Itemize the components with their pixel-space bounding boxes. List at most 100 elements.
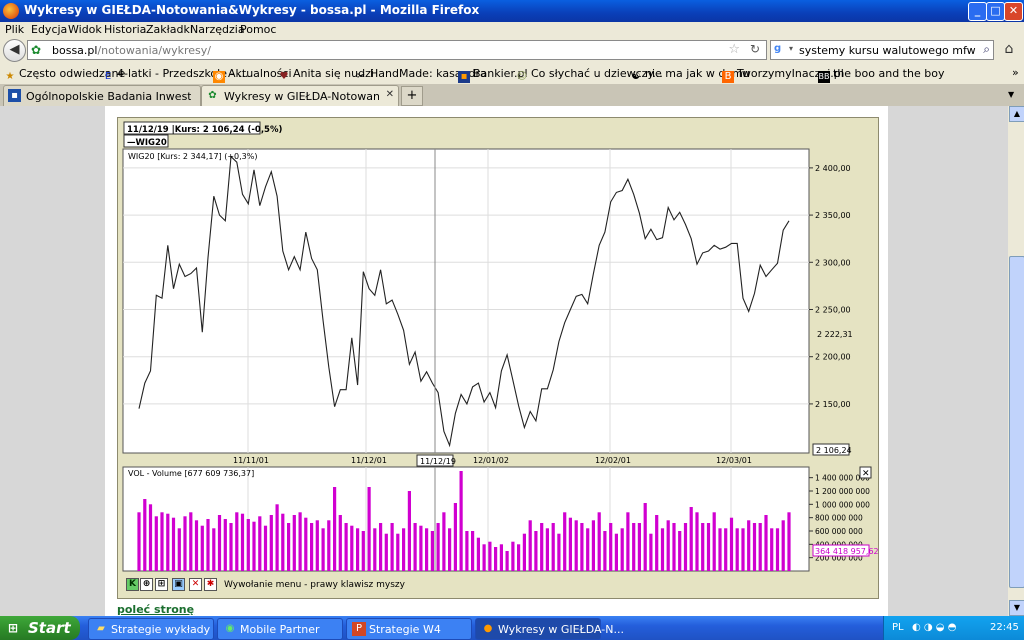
volume-bar[interactable] — [166, 513, 170, 571]
price-plot-area[interactable] — [122, 148, 810, 454]
clock[interactable]: 22:45 — [990, 622, 1019, 633]
toolbar-delete-button[interactable]: ✕ — [189, 578, 202, 591]
volume-bar[interactable] — [689, 507, 693, 571]
volume-bar[interactable] — [263, 525, 268, 571]
volume-bar[interactable] — [534, 531, 538, 571]
volume-bar[interactable] — [649, 533, 653, 571]
volume-bar[interactable] — [287, 523, 291, 571]
recommend-page-link[interactable]: poleć stronę — [117, 603, 194, 616]
volume-bar[interactable] — [614, 533, 618, 571]
volume-bar[interactable] — [706, 523, 711, 571]
volume-bar[interactable] — [764, 515, 768, 571]
volume-bar[interactable] — [413, 523, 417, 571]
volume-bar[interactable] — [177, 528, 181, 571]
volume-bar[interactable] — [620, 528, 624, 571]
toolbar-grid-button[interactable]: ⊞ — [155, 578, 168, 591]
volume-bar[interactable] — [741, 528, 745, 571]
volume-bar[interactable] — [223, 519, 227, 571]
language-indicator[interactable]: PL — [892, 622, 904, 633]
volume-bar[interactable] — [235, 512, 239, 571]
volume-bar[interactable] — [787, 512, 791, 571]
volume-bar[interactable] — [240, 513, 245, 571]
volume-bar[interactable] — [396, 533, 400, 571]
volume-bar[interactable] — [148, 504, 153, 571]
volume-bar[interactable] — [701, 523, 705, 571]
volume-bar[interactable] — [269, 515, 273, 571]
volume-bar[interactable] — [545, 528, 549, 571]
volume-bar[interactable] — [488, 541, 492, 571]
taskbar-item-strategie-w4[interactable]: P Strategie W4 — [346, 618, 472, 640]
volume-bar[interactable] — [246, 519, 250, 571]
volume-bar[interactable] — [356, 528, 360, 571]
volume-bar[interactable] — [632, 523, 636, 571]
volume-bar[interactable] — [407, 491, 411, 571]
volume-bar[interactable] — [683, 523, 688, 571]
volume-bar[interactable] — [770, 528, 774, 571]
volume-bar[interactable] — [528, 520, 532, 571]
volume-bar[interactable] — [367, 487, 371, 571]
volume-bar[interactable] — [476, 537, 480, 571]
volume-bar[interactable] — [281, 513, 285, 571]
volume-bar[interactable] — [591, 520, 595, 571]
volume-bar[interactable] — [453, 503, 457, 571]
volume-bar[interactable] — [522, 533, 526, 571]
volume-bar[interactable] — [637, 523, 641, 571]
volume-bar[interactable] — [310, 523, 314, 571]
volume-bar[interactable] — [499, 544, 503, 571]
volume-bar[interactable] — [678, 531, 682, 571]
volume-bar[interactable] — [154, 516, 158, 571]
volume-bar[interactable] — [442, 512, 446, 571]
volume-bar[interactable] — [143, 499, 147, 571]
volume-bar[interactable] — [735, 528, 739, 571]
volume-bar[interactable] — [419, 525, 423, 571]
volume-bar[interactable] — [384, 533, 388, 571]
volume-bar[interactable] — [712, 512, 716, 571]
volume-bar[interactable] — [781, 520, 785, 571]
toolbar-k-button[interactable]: K — [126, 578, 139, 591]
volume-bar[interactable] — [338, 515, 342, 571]
volume-bar[interactable] — [189, 512, 193, 571]
volume-bar[interactable] — [160, 512, 164, 571]
volume-bar[interactable] — [229, 523, 233, 571]
volume-bar[interactable] — [574, 520, 578, 571]
volume-bar[interactable] — [379, 523, 383, 571]
taskbar-item-mobile-partner[interactable]: ◉ Mobile Partner — [217, 618, 343, 640]
volume-bar[interactable] — [517, 544, 521, 571]
volume-bar[interactable] — [718, 528, 722, 571]
volume-bar[interactable] — [350, 525, 354, 571]
volume-bar[interactable] — [183, 516, 187, 571]
volume-bar[interactable] — [436, 523, 440, 571]
toolbar-save-button[interactable]: ▣ — [172, 578, 185, 591]
volume-bar[interactable] — [298, 512, 302, 571]
volume-bar[interactable] — [212, 528, 216, 571]
volume-bar[interactable] — [752, 523, 757, 571]
volume-bar[interactable] — [373, 528, 377, 571]
volume-bar[interactable] — [729, 517, 734, 571]
volume-bar[interactable] — [258, 516, 262, 571]
volume-bar[interactable] — [580, 523, 584, 571]
volume-bar[interactable] — [137, 512, 141, 571]
volume-bar[interactable] — [557, 533, 561, 571]
volume-bar[interactable] — [304, 517, 308, 571]
volume-bar[interactable] — [511, 541, 515, 571]
volume-bar[interactable] — [471, 531, 475, 571]
taskbar-item-strategie-wyklady[interactable]: ▰ Strategie wykłady — [88, 618, 214, 640]
volume-bar[interactable] — [292, 515, 296, 571]
volume-bar[interactable] — [643, 503, 647, 571]
volume-bar[interactable] — [775, 528, 780, 571]
volume-bar[interactable] — [200, 525, 204, 571]
volume-bar[interactable] — [724, 528, 728, 571]
volume-bar[interactable] — [465, 531, 469, 571]
volume-bar[interactable] — [626, 512, 630, 571]
volume-bar[interactable] — [609, 523, 613, 571]
volume-bar[interactable] — [672, 523, 676, 571]
volume-bar[interactable] — [333, 487, 337, 571]
volume-bar[interactable] — [568, 517, 572, 571]
volume-bar[interactable] — [695, 512, 699, 571]
volume-bar[interactable] — [448, 528, 452, 571]
volume-bar[interactable] — [206, 519, 210, 571]
close-icon[interactable]: ✕ — [862, 469, 870, 479]
volume-bar[interactable] — [321, 528, 325, 571]
volume-bar[interactable] — [540, 523, 544, 571]
volume-bar[interactable] — [217, 515, 222, 571]
